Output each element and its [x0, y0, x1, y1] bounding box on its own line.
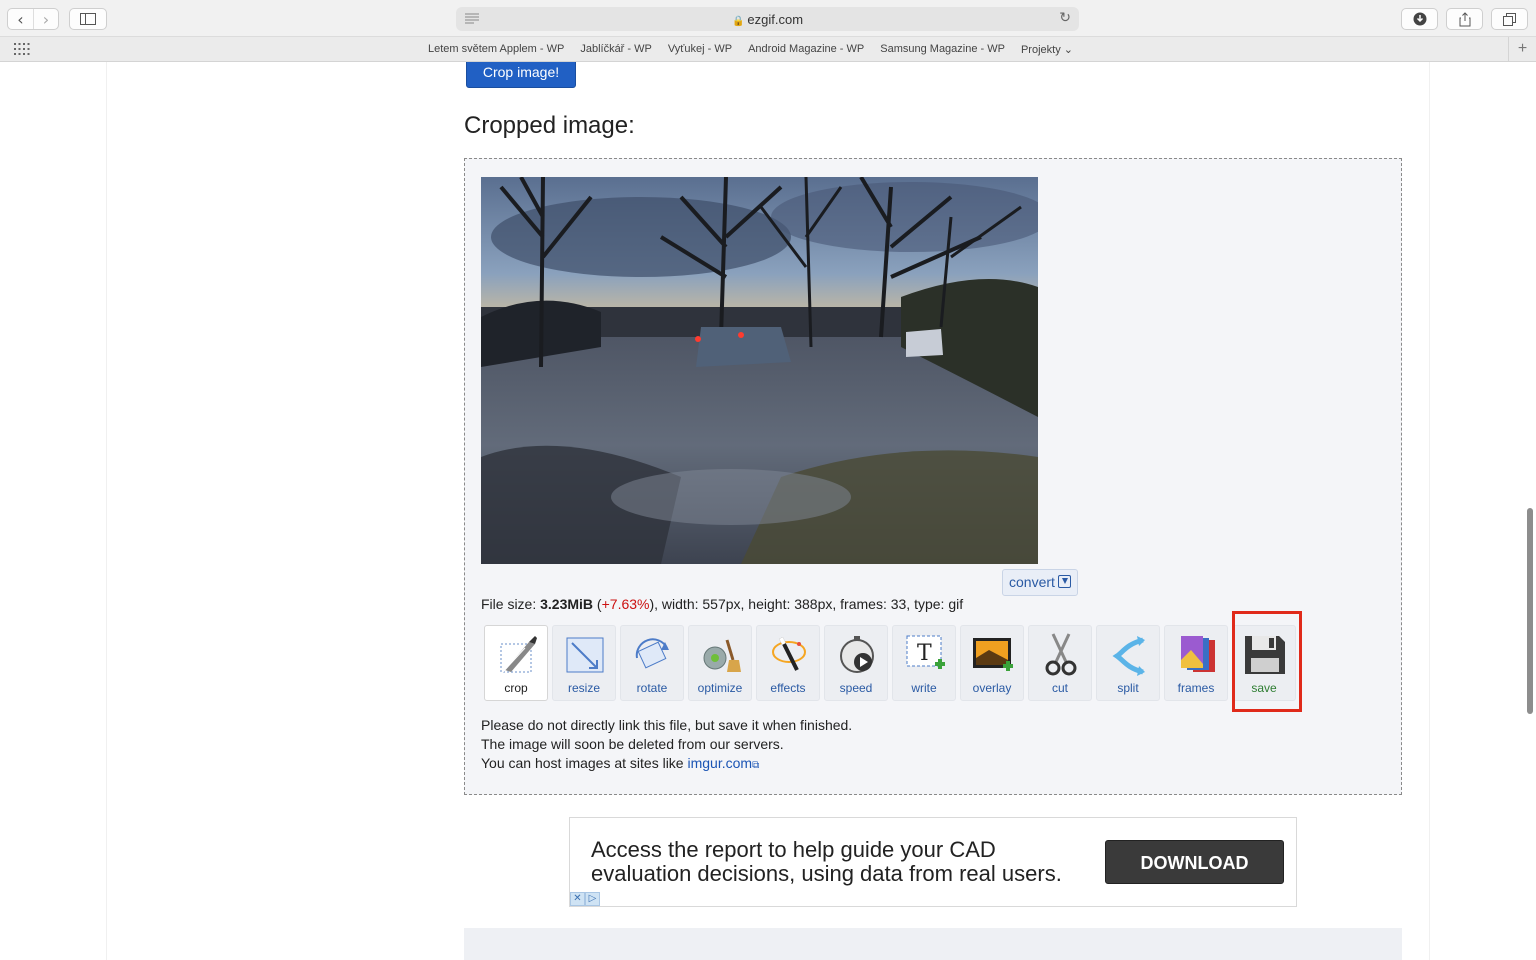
nav-buttons: ‹ ›: [7, 8, 59, 30]
optimize-icon: [703, 639, 741, 672]
favorite-item[interactable]: Jablíčkář - WP: [572, 43, 660, 56]
scrollbar-thumb[interactable]: [1527, 508, 1533, 714]
tool-label: crop: [504, 681, 528, 695]
next-section: [464, 928, 1402, 960]
crop-icon: [500, 636, 537, 673]
svg-text:T: T: [917, 641, 932, 666]
tool-rotate[interactable]: rotate: [620, 625, 684, 701]
external-link-icon: ⧉: [752, 760, 760, 771]
favorite-item[interactable]: Samsung Magazine - WP: [872, 43, 1013, 56]
ad-download-button[interactable]: DOWNLOAD: [1105, 840, 1284, 884]
ad-text: Access the report to help guide your CAD…: [591, 837, 1062, 886]
speed-icon: [840, 636, 874, 673]
ad-info-icon[interactable]: ▷: [585, 892, 600, 906]
tool-split[interactable]: split: [1096, 625, 1160, 701]
save-highlight-box: [1232, 611, 1302, 712]
browser-toolbar: ‹ › 🔒 ezgif.com ↻: [0, 0, 1536, 37]
tabs-overview-button[interactable]: [1491, 8, 1528, 30]
favorite-item[interactable]: Android Magazine - WP: [740, 43, 872, 56]
effects-icon: [772, 637, 806, 671]
tool-label: split: [1117, 681, 1139, 695]
frames-icon: [1181, 636, 1215, 672]
share-icon: [1459, 11, 1470, 26]
advertisement[interactable]: Access the report to help guide your CAD…: [569, 817, 1297, 907]
resize-icon: [566, 637, 604, 673]
rotate-icon: [635, 638, 669, 669]
favorite-item[interactable]: Vyťukej - WP: [660, 43, 740, 56]
favorite-item[interactable]: Letem světem Applem - WP: [420, 43, 572, 56]
tool-resize[interactable]: resize: [552, 625, 616, 701]
sidebar-toggle-button[interactable]: [69, 8, 107, 30]
download-arrow-icon: [1057, 575, 1071, 588]
ad-close-icon[interactable]: ✕: [570, 892, 585, 906]
cut-icon: [1045, 633, 1077, 676]
imgur-link[interactable]: imgur.com: [688, 755, 753, 771]
download-icon: [1413, 12, 1426, 26]
tool-label: cut: [1051, 681, 1068, 695]
favorites-bar: Letem světem Applem - WP Jablíčkář - WP …: [0, 37, 1536, 62]
page-viewport: Crop image! Cropped image: convert File …: [0, 62, 1536, 960]
note-line: Please do not directly link this file, b…: [481, 717, 853, 733]
crop-image-button[interactable]: Crop image!: [466, 62, 576, 88]
lock-icon: 🔒: [731, 16, 745, 27]
address-bar[interactable]: 🔒 ezgif.com ↻: [456, 7, 1079, 31]
ad-choices: ✕ ▷: [570, 892, 600, 906]
new-tab-button[interactable]: +: [1508, 37, 1536, 61]
favorite-folder[interactable]: Projekty ⌄: [1013, 43, 1081, 56]
tool-label: effects: [770, 681, 806, 695]
reload-icon[interactable]: ↻: [1059, 10, 1071, 26]
forward-button[interactable]: ›: [32, 9, 58, 29]
convert-button[interactable]: convert: [1002, 569, 1078, 596]
sidebar-icon: [80, 13, 96, 25]
tool-label: resize: [567, 681, 600, 695]
file-info: File size: 3.23MiB (+7.63%), width: 557p…: [481, 596, 963, 612]
size-change-value: +7.63%: [601, 596, 650, 612]
share-button[interactable]: [1446, 8, 1483, 30]
note-line: The image will soon be deleted from our …: [481, 736, 784, 752]
back-button[interactable]: ‹: [8, 9, 33, 29]
tool-effects[interactable]: effects: [756, 625, 820, 701]
url-text: ezgif.com: [747, 12, 804, 27]
file-info-details: ), width: 557px, height: 388px, frames: …: [649, 596, 964, 612]
tool-cut[interactable]: cut: [1028, 625, 1092, 701]
convert-label: convert: [1009, 574, 1055, 590]
note-line: You can host images at sites like imgur.…: [481, 754, 852, 775]
tool-write[interactable]: T write: [892, 625, 956, 701]
cropped-image: [481, 177, 1038, 564]
tool-optimize[interactable]: optimize: [688, 625, 752, 701]
file-info-label: File size:: [481, 596, 541, 612]
tool-label: rotate: [636, 681, 668, 695]
downloads-button[interactable]: [1401, 8, 1438, 30]
tool-label: speed: [839, 681, 873, 695]
usage-notes: Please do not directly link this file, b…: [481, 716, 852, 775]
tool-speed[interactable]: speed: [824, 625, 888, 701]
file-info-paren: (: [593, 596, 602, 612]
tool-overlay[interactable]: overlay: [960, 625, 1024, 701]
result-panel: convert File size: 3.23MiB (+7.63%), wid…: [464, 158, 1402, 795]
note-text: You can host images at sites like: [481, 755, 688, 771]
favorites-list: Letem světem Applem - WP Jablíčkář - WP …: [420, 43, 1081, 56]
tool-label: write: [911, 681, 937, 695]
file-size-value: 3.23MiB: [540, 596, 594, 612]
tool-frames[interactable]: frames: [1164, 625, 1228, 701]
cropped-image-scene: [481, 177, 1038, 564]
top-sites-grid-icon[interactable]: [14, 43, 30, 55]
tool-label: overlay: [972, 681, 1012, 695]
tool-bar: crop resize rotate optimize effects spee…: [484, 625, 1296, 701]
overlay-icon: [973, 638, 1013, 671]
tabs-icon: [1503, 12, 1516, 26]
tool-label: optimize: [697, 681, 743, 695]
tool-label: frames: [1177, 681, 1215, 695]
split-icon: [1112, 636, 1145, 676]
page-heading: Cropped image:: [464, 112, 635, 139]
write-icon: T: [906, 635, 945, 669]
tool-crop[interactable]: crop: [484, 625, 548, 701]
